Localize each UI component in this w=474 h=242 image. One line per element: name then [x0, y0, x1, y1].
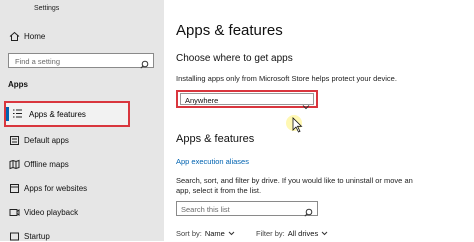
sidebar-item-video-playback[interactable]: Video playback	[8, 206, 78, 218]
sort-by-control[interactable]: Sort by: Name	[176, 229, 235, 238]
main-panel: Apps & features Choose where to get apps…	[164, 0, 474, 241]
sidebar-item-label: Video playback	[24, 207, 79, 217]
sort-value: Name	[204, 229, 225, 238]
search-icon	[140, 56, 149, 74]
search-list-input[interactable]: Search this list	[176, 201, 318, 217]
apps-features-heading: Apps & features	[176, 133, 255, 145]
app-source-dropdown[interactable]: Anywhere	[176, 90, 318, 110]
sidebar-item-default-apps[interactable]: Default apps	[8, 134, 69, 146]
home-icon	[8, 30, 20, 42]
sidebar: Settings Home Find a setting Apps Apps &…	[0, 0, 164, 241]
page-title: Apps & features	[176, 22, 283, 39]
app-execution-aliases-link[interactable]: App execution aliases	[176, 157, 249, 166]
default-apps-icon	[8, 134, 20, 146]
sidebar-item-startup[interactable]: Startup	[8, 230, 50, 242]
dropdown-value: Anywhere	[185, 96, 219, 105]
selected-indicator	[6, 107, 9, 121]
sidebar-item-label: Default apps	[24, 135, 69, 145]
sort-label: Sort by:	[176, 229, 202, 238]
sidebar-item-apps-features[interactable]: Apps & features	[4, 101, 130, 127]
filter-by-control[interactable]: Filter by: All drives	[256, 229, 328, 238]
search-list-placeholder: Search this list	[181, 205, 230, 214]
filter-label: Filter by:	[256, 229, 285, 238]
list-icon	[12, 108, 24, 120]
sidebar-item-label: Apps & features	[29, 109, 86, 119]
map-icon	[8, 158, 20, 170]
search-sort-description: Search, sort, and filter by drive. If yo…	[176, 176, 413, 195]
dropdown-field: Anywhere	[180, 93, 314, 110]
filter-value: All drives	[287, 229, 319, 238]
sidebar-item-label: Apps for websites	[24, 183, 88, 193]
sidebar-item-label: Offline maps	[24, 159, 69, 169]
window-title: Settings	[34, 5, 60, 12]
search-icon	[304, 204, 313, 222]
apps-websites-icon	[8, 182, 20, 194]
startup-icon	[8, 230, 20, 242]
home-label: Home	[24, 31, 46, 41]
video-icon	[8, 206, 20, 218]
sidebar-item-offline-maps[interactable]: Offline maps	[8, 158, 69, 170]
sidebar-item-label: Startup	[24, 231, 50, 241]
choose-heading: Choose where to get apps	[176, 53, 293, 64]
section-heading-apps: Apps	[8, 80, 28, 89]
chevron-down-icon	[321, 229, 328, 238]
chevron-down-icon	[228, 229, 235, 238]
find-setting-placeholder: Find a setting	[15, 57, 61, 66]
install-note: Installing apps only from Microsoft Stor…	[176, 74, 397, 83]
sidebar-item-apps-for-websites[interactable]: Apps for websites	[8, 182, 87, 194]
cursor-highlight-icon	[284, 113, 306, 140]
home-nav-item[interactable]: Home	[8, 30, 45, 42]
find-setting-input[interactable]: Find a setting	[8, 53, 154, 69]
